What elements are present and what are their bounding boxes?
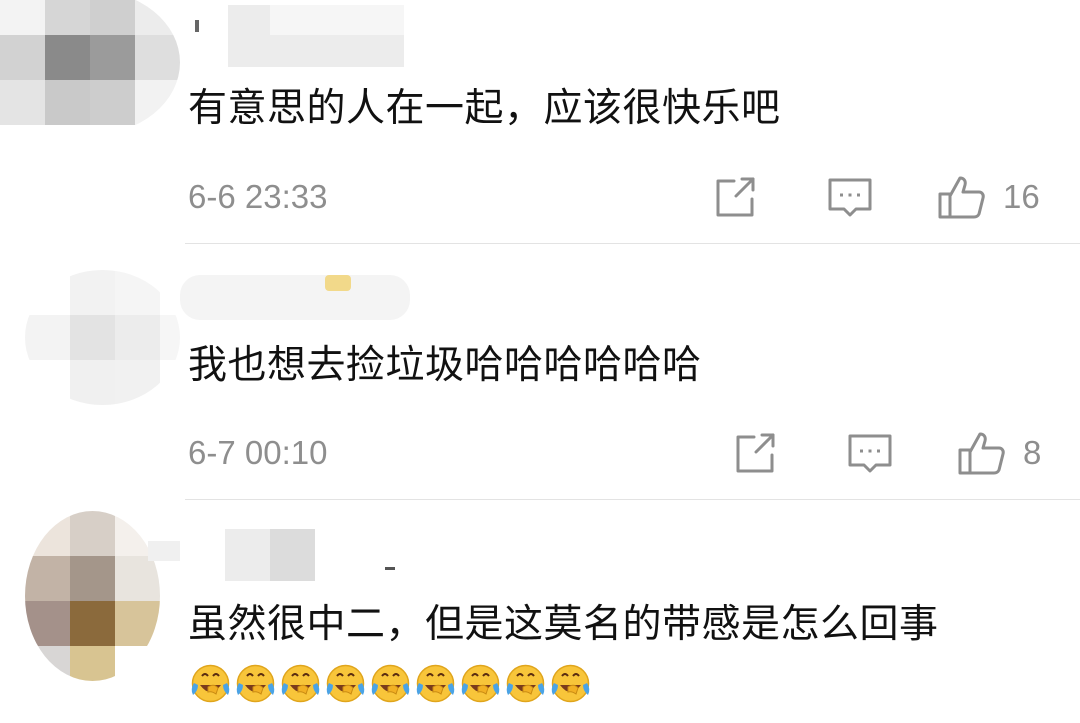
avatar-pixel [115, 270, 160, 315]
crying-laughing-emoji [548, 661, 593, 706]
avatar-pixel [25, 601, 70, 646]
avatar-pixel [160, 315, 180, 360]
avatar-pixel [160, 270, 180, 315]
comment-text: 虽然很中二，但是这莫名的带感是怎么回事 [188, 602, 939, 647]
divider [185, 499, 1080, 500]
avatar-pixel [70, 315, 115, 360]
crying-laughing-emoji [233, 661, 278, 706]
comment-item: 虽然很中二，但是这莫名的带感是怎么回事 [0, 501, 1080, 723]
avatar[interactable] [25, 511, 160, 681]
avatar-pixel [70, 601, 115, 646]
avatar-pixel [115, 360, 160, 405]
share-icon[interactable] [710, 172, 760, 222]
like-count: 16 [1003, 178, 1040, 215]
avatar-pixel [160, 360, 180, 405]
avatar-pixel [115, 646, 160, 681]
crying-laughing-emoji [458, 661, 503, 706]
avatar-pixel [25, 270, 70, 315]
avatar-pixel [90, 0, 135, 35]
avatar-pixel [70, 556, 115, 601]
comment-icon[interactable] [825, 172, 875, 222]
crying-laughing-emoji [278, 661, 323, 706]
avatar-pixel [115, 601, 160, 646]
crying-laughing-emoji [413, 661, 458, 706]
avatar-pixel [115, 556, 160, 601]
avatar-pixel [70, 646, 115, 681]
share-icon[interactable] [730, 428, 780, 478]
avatar-pixel [25, 511, 70, 556]
crying-laughing-emoji [368, 661, 413, 706]
avatar-pixel [90, 80, 135, 125]
avatar-pixel [25, 556, 70, 601]
comment-item: 我也想去捡垃圾哈哈哈哈哈哈 6-7 00:10 8 [0, 245, 1080, 501]
avatar-pixel [45, 80, 90, 125]
avatar-pixel [0, 0, 45, 35]
avatar[interactable] [25, 270, 180, 405]
avatar-pixel [0, 35, 45, 80]
avatar-pixel [70, 270, 115, 315]
comment-icon[interactable] [845, 428, 895, 478]
avatar-pixel [135, 0, 180, 35]
avatar-pixel [25, 646, 70, 681]
comment-text: 我也想去捡垃圾哈哈哈哈哈哈 [188, 343, 702, 388]
avatar-pixel [135, 80, 180, 125]
avatar-pixel [45, 35, 90, 80]
comment-meta: 6-6 23:33 16 [0, 172, 1080, 222]
comment-time: 6-7 00:10 [188, 434, 328, 471]
avatar-pixel [90, 35, 135, 80]
avatar-pixel [0, 80, 45, 125]
divider [185, 243, 1080, 244]
comment-time: 6-6 23:33 [188, 178, 328, 215]
emoji-row [188, 661, 593, 706]
avatar-pixel [25, 360, 70, 405]
avatar-pixel [135, 35, 180, 80]
crying-laughing-emoji [188, 661, 233, 706]
crying-laughing-emoji [503, 661, 548, 706]
crying-laughing-emoji [323, 661, 368, 706]
avatar-pixel [45, 0, 90, 35]
avatar[interactable] [0, 0, 180, 135]
comment-meta: 6-7 00:10 8 [0, 428, 1080, 478]
avatar-pixel [25, 315, 70, 360]
comment-item: 有意思的人在一起，应该很快乐吧 6-6 23:33 16 [0, 0, 1080, 245]
avatar-pixel [70, 360, 115, 405]
avatar-pixel [115, 315, 160, 360]
avatar-pixel [70, 511, 115, 556]
like-count: 8 [1023, 434, 1042, 471]
thumbs-up-icon[interactable] [957, 428, 1007, 478]
comment-text: 有意思的人在一起，应该很快乐吧 [188, 86, 781, 131]
thumbs-up-icon[interactable] [937, 172, 987, 222]
